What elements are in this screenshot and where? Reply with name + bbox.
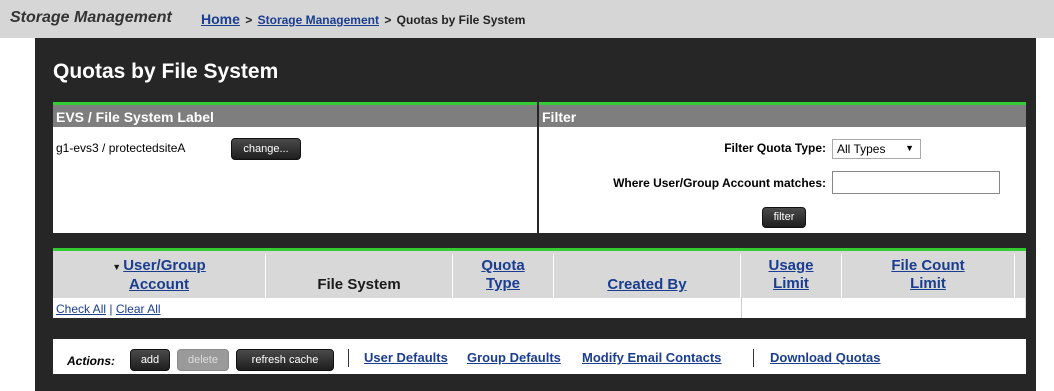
separator: [348, 349, 349, 367]
usage-sort-link[interactable]: Usage: [768, 257, 813, 274]
modify-email-contacts-link[interactable]: Modify Email Contacts: [582, 350, 721, 365]
breadcrumb-separator: >: [245, 13, 253, 27]
file-count-sort-link[interactable]: File Count: [891, 257, 964, 274]
filter-box-header: Filter: [539, 102, 1026, 127]
app-title: Storage Management: [10, 9, 172, 26]
evs-file-system-value: g1-evs3 / protectedsiteA: [56, 141, 186, 155]
column-header-file-system: File System: [266, 254, 453, 298]
created-by-sort-link[interactable]: Created By: [607, 276, 686, 293]
filter-quota-type-label: Filter Quota Type:: [724, 141, 826, 155]
refresh-cache-button[interactable]: refresh cache: [236, 349, 334, 371]
type-sort-link[interactable]: Type: [486, 275, 520, 292]
actions-label: Actions:: [67, 354, 115, 368]
file-count-limit-sort-link[interactable]: Limit: [910, 275, 946, 292]
check-all-link[interactable]: Check All: [56, 302, 106, 316]
user-group-sort-link[interactable]: User/Group: [123, 257, 206, 274]
top-bar: Storage Management Home > Storage Manage…: [0, 0, 1054, 38]
account-sort-link[interactable]: Account: [129, 276, 189, 293]
table-footer-row: [53, 298, 1026, 318]
quota-type-select[interactable]: All Types ▼: [832, 139, 921, 159]
breadcrumb: Home > Storage Management > Quotas by Fi…: [201, 11, 525, 27]
breadcrumb-current: Quotas by File System: [396, 13, 526, 27]
delete-button[interactable]: delete: [177, 349, 229, 371]
evs-box-header: EVS / File System Label: [53, 102, 537, 127]
filter-button[interactable]: filter: [762, 207, 806, 228]
check-links: Check All | Clear All: [56, 302, 161, 316]
limit-sort-link[interactable]: Limit: [773, 275, 809, 292]
column-header-user-group-account[interactable]: ▼ User/Group Account: [53, 254, 266, 298]
add-button[interactable]: add: [130, 349, 170, 371]
separator: [753, 349, 754, 367]
breadcrumb-separator: >: [384, 13, 392, 27]
group-defaults-link[interactable]: Group Defaults: [467, 350, 561, 365]
breadcrumb-home-link[interactable]: Home: [201, 11, 240, 27]
link-divider: |: [109, 302, 113, 316]
breadcrumb-storage-management-link[interactable]: Storage Management: [258, 13, 379, 27]
page-title: Quotas by File System: [53, 60, 279, 83]
change-button[interactable]: change...: [231, 138, 301, 160]
table-divider: [741, 298, 742, 318]
column-header-file-count-limit[interactable]: File Count Limit: [842, 254, 1015, 298]
account-match-input[interactable]: [832, 171, 1000, 194]
column-header-usage-limit[interactable]: Usage Limit: [741, 254, 842, 298]
user-defaults-link[interactable]: User Defaults: [364, 350, 448, 365]
account-match-label: Where User/Group Account matches:: [613, 176, 826, 190]
quota-type-selected: All Types: [837, 142, 886, 156]
column-header-created-by[interactable]: Created By: [554, 254, 741, 298]
quota-sort-link[interactable]: Quota: [481, 257, 524, 274]
chevron-down-icon: ▼: [905, 143, 914, 153]
sort-down-icon: ▼: [112, 262, 122, 272]
download-quotas-link[interactable]: Download Quotas: [770, 350, 881, 365]
clear-all-link[interactable]: Clear All: [116, 302, 161, 316]
column-header-quota-type[interactable]: Quota Type: [453, 254, 554, 298]
